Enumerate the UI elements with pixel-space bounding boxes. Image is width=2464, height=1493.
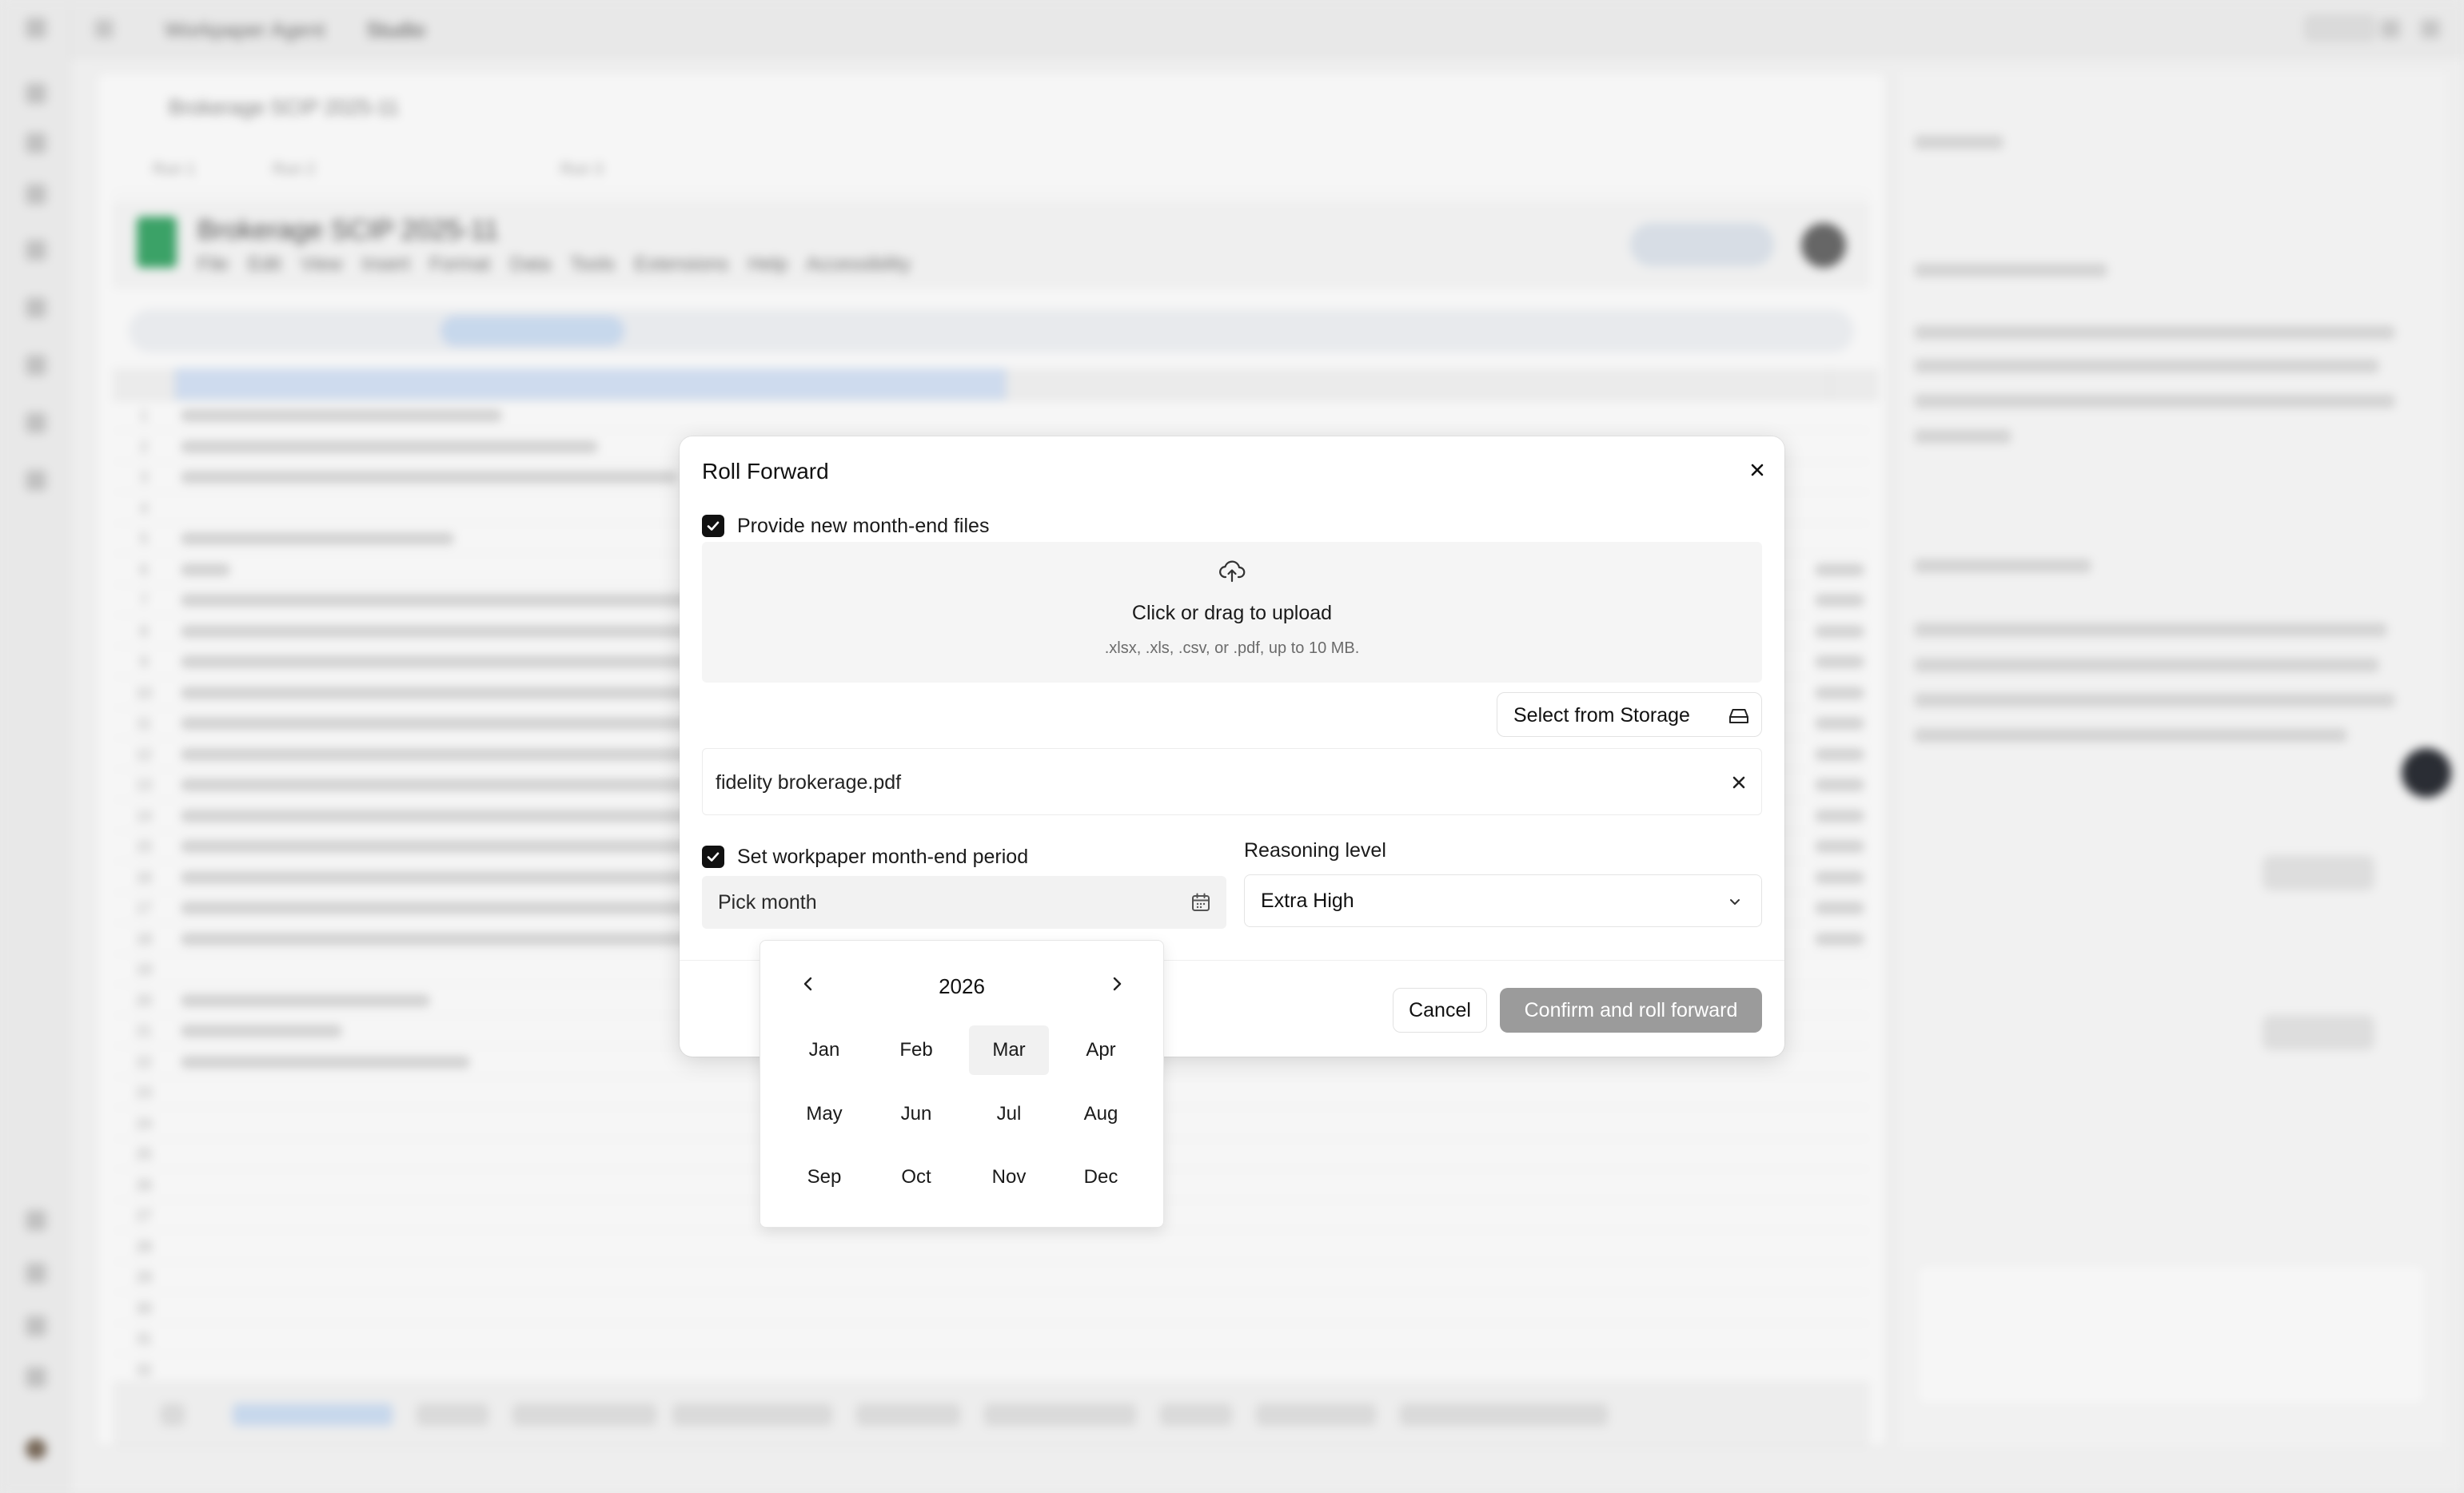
close-icon[interactable]	[1741, 454, 1773, 486]
selected-file-name: fidelity brokerage.pdf	[716, 771, 902, 794]
month-option-oct[interactable]: Oct	[876, 1153, 956, 1202]
chevron-down-icon	[1730, 899, 1740, 905]
month-picker-field[interactable]: Pick month	[702, 876, 1226, 929]
month-option-feb[interactable]: Feb	[876, 1025, 956, 1075]
reasoning-level-label: Reasoning level	[1244, 839, 1386, 862]
month-option-dec[interactable]: Dec	[1061, 1153, 1141, 1202]
upload-instruction: Click or drag to upload	[1131, 602, 1333, 624]
storage-button-label: Select from Storage	[1513, 704, 1690, 727]
cancel-button[interactable]: Cancel	[1393, 988, 1487, 1033]
month-picker-popover: 2026 Jan Feb Mar Apr May Jun Jul Aug Sep…	[760, 940, 1164, 1228]
month-option-sep[interactable]: Sep	[784, 1153, 864, 1202]
upload-file-types: .xlsx, .xls, .csv, or .pdf, up to 10 MB.	[1104, 639, 1360, 657]
month-option-jan[interactable]: Jan	[784, 1025, 864, 1075]
reasoning-level-select[interactable]: Extra High	[1244, 874, 1762, 927]
set-period-label[interactable]: Set workpaper month-end period	[737, 846, 1028, 869]
remove-file-icon[interactable]	[1726, 770, 1752, 795]
month-option-jun[interactable]: Jun	[876, 1089, 956, 1139]
calendar-icon	[1192, 893, 1210, 911]
select-from-storage-button[interactable]: Select from Storage	[1497, 692, 1762, 737]
month-placeholder: Pick month	[718, 891, 817, 914]
month-option-may[interactable]: May	[784, 1089, 864, 1139]
set-period-checkbox[interactable]	[702, 846, 724, 868]
selected-file-row: fidelity brokerage.pdf	[702, 748, 1762, 815]
provide-files-label[interactable]: Provide new month-end files	[737, 515, 989, 538]
reasoning-level-value: Extra High	[1261, 890, 1354, 912]
confirm-roll-forward-button[interactable]: Confirm and roll forward	[1500, 988, 1762, 1033]
cloud-upload-icon	[1219, 560, 1246, 583]
month-option-apr[interactable]: Apr	[1061, 1025, 1141, 1075]
dialog-title: Roll Forward	[702, 459, 829, 484]
month-option-nov[interactable]: Nov	[969, 1153, 1049, 1202]
provide-files-checkbox[interactable]	[702, 515, 724, 537]
month-option-jul[interactable]: Jul	[969, 1089, 1049, 1139]
storage-icon	[1729, 709, 1748, 723]
month-option-mar[interactable]: Mar	[969, 1025, 1049, 1075]
month-option-aug[interactable]: Aug	[1061, 1089, 1141, 1139]
upload-dropzone[interactable]: Click or drag to upload .xlsx, .xls, .cs…	[702, 542, 1762, 683]
chevron-right-icon[interactable]	[1102, 969, 1131, 998]
